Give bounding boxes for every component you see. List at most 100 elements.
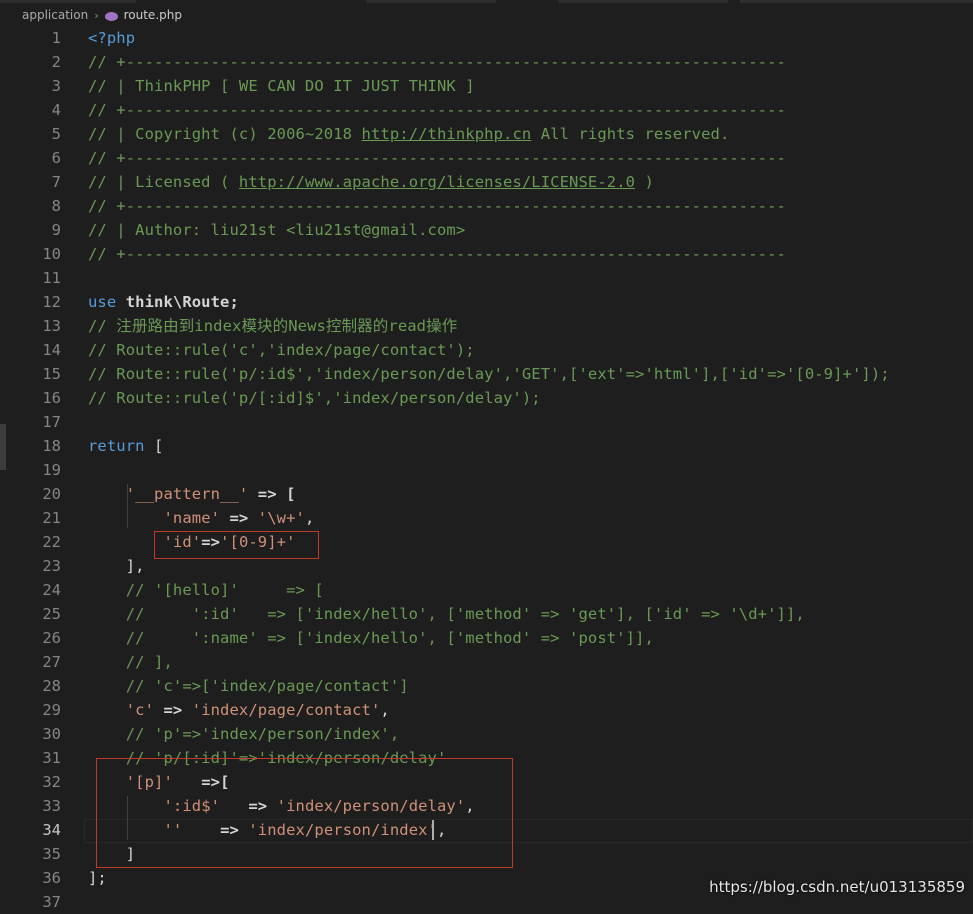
code-line[interactable]: 21 'name' => '\w+', — [0, 506, 973, 530]
line-number: 23 — [42, 557, 61, 575]
line-number: 3 — [51, 77, 61, 95]
code-line[interactable]: 5 // | Copyright (c) 2006~2018 http://thi… — [0, 122, 973, 146]
code-text: // Route::rule('p/:id$','index/person/de… — [88, 362, 890, 386]
code-line[interactable]: 6 // +-----------------------------------… — [0, 146, 973, 170]
line-number: 34 — [42, 821, 61, 839]
code-token: => — [220, 509, 258, 527]
code-text: 'c' => 'index/page/contact', — [88, 698, 390, 722]
line-number: 11 — [42, 269, 61, 287]
line-number: 13 — [42, 317, 61, 335]
breadcrumb-folder[interactable]: application — [22, 8, 88, 22]
code-line[interactable]: 3 // | ThinkPHP [ WE CAN DO IT JUST THINK… — [0, 74, 973, 98]
code-editor[interactable]: 1 <?php 2 // +-----------------------------… — [0, 26, 973, 911]
line-number: 19 — [42, 461, 61, 479]
code-line[interactable]: 26 // ':name' => ['index/hello', ['metho… — [0, 626, 973, 650]
code-token: // Route::rule('p/[:id]$','index/person/… — [88, 389, 541, 407]
tab-strip-segment — [366, 0, 496, 3]
line-number: 18 — [42, 437, 61, 455]
code-text: // 'p'=>'index/person/index', — [88, 722, 399, 746]
line-number: 16 — [42, 389, 61, 407]
code-line[interactable]: 15 // Route::rule('p/:id$','index/person/… — [0, 362, 973, 386]
code-line[interactable]: 22 'id'=>'[0-9]+' — [0, 530, 973, 554]
line-number: 31 — [42, 749, 61, 767]
code-text: '__pattern__' => [ — [88, 482, 296, 506]
code-line[interactable]: 28 // 'c'=>['index/page/contact'] — [0, 674, 973, 698]
code-line[interactable]: 25 // ':id' => ['index/hello', ['method'… — [0, 602, 973, 626]
code-line[interactable]: 1 <?php — [0, 26, 973, 50]
code-line[interactable]: 24 // '[hello]' => [ — [0, 578, 973, 602]
code-line[interactable]: 18 return [ — [0, 434, 973, 458]
watermark: https://blog.csdn.net/u013135859 — [709, 878, 965, 896]
code-token: 'name' — [163, 509, 221, 527]
code-token: , — [380, 701, 390, 719]
code-token: // Route::rule('p/:id$','index/person/de… — [88, 365, 890, 383]
code-text: // | Author: liu21st <liu21st@gmail.com> — [88, 218, 465, 242]
code-text: // | ThinkPHP [ WE CAN DO IT JUST THINK … — [88, 74, 475, 98]
tab-strip-segment — [740, 0, 973, 3]
code-line[interactable]: 12 use think\Route; — [0, 290, 973, 314]
line-number: 15 — [42, 365, 61, 383]
line-number: 17 — [42, 413, 61, 431]
code-line[interactable]: 2 // +-----------------------------------… — [0, 50, 973, 74]
indent-guide — [127, 484, 128, 528]
line-number: 35 — [42, 845, 61, 863]
code-token: // +------------------------------------… — [88, 197, 786, 215]
code-line[interactable]: 14 // Route::rule('c','index/page/contact… — [0, 338, 973, 362]
line-number: 25 — [42, 605, 61, 623]
code-line[interactable]: 30 // 'p'=>'index/person/index', — [0, 722, 973, 746]
code-token: // Route::rule('c','index/page/contact')… — [88, 341, 475, 359]
code-token: think\Route; — [116, 293, 239, 311]
tab-strip-segment — [558, 0, 728, 3]
code-token: // ':name' => ['index/hello', ['method' … — [88, 629, 654, 647]
code-line[interactable]: 16 // Route::rule('p/[:id]$','index/perso… — [0, 386, 973, 410]
code-token: // +------------------------------------… — [88, 149, 786, 167]
code-line[interactable]: 27 // ], — [0, 650, 973, 674]
code-line[interactable]: 19 — [0, 458, 973, 482]
code-token: // | Copyright (c) 2006~2018 — [88, 125, 362, 143]
code-token: // +------------------------------------… — [88, 53, 786, 71]
chevron-right-icon: › — [94, 8, 99, 22]
tab-strip-segment — [0, 0, 136, 3]
code-token: // | ThinkPHP [ WE CAN DO IT JUST THINK … — [88, 77, 475, 95]
line-number: 37 — [42, 893, 61, 911]
line-number: 12 — [42, 293, 61, 311]
code-token: '__pattern__' — [125, 485, 249, 503]
line-number: 8 — [51, 197, 61, 215]
code-token: // ], — [88, 653, 173, 671]
line-number: 7 — [51, 173, 61, 191]
code-token: http://thinkphp.cn — [361, 125, 532, 143]
code-line[interactable]: 8 // +-----------------------------------… — [0, 194, 973, 218]
code-text: // '[hello]' => [ — [88, 578, 324, 602]
code-text: return [ — [88, 434, 163, 458]
code-token: return — [88, 437, 145, 455]
code-line[interactable]: 23 ], — [0, 554, 973, 578]
code-token: use — [88, 293, 117, 311]
code-line[interactable]: 29 'c' => 'index/page/contact', — [0, 698, 973, 722]
code-line[interactable]: 20 '__pattern__' => [ — [0, 482, 973, 506]
code-line[interactable]: 4 // +-----------------------------------… — [0, 98, 973, 122]
code-token: 'c' — [125, 701, 155, 719]
annotation-box — [154, 531, 319, 559]
line-number: 28 — [42, 677, 61, 695]
annotation-box — [96, 758, 513, 868]
code-text: // +------------------------------------… — [88, 242, 786, 266]
code-token: 'index/page/contact' — [191, 701, 381, 719]
code-token: ]; — [88, 869, 107, 887]
code-text: <?php — [88, 26, 135, 50]
line-number: 14 — [42, 341, 61, 359]
code-line[interactable]: 7 // | Licensed ( http://www.apache.org/l… — [0, 170, 973, 194]
code-line[interactable]: 11 — [0, 266, 973, 290]
php-elephant-icon — [104, 11, 118, 21]
code-line[interactable]: 13 // 注册路由到index模块的News控制器的read操作 — [0, 314, 973, 338]
code-line[interactable]: 10 // +----------------------------------… — [0, 242, 973, 266]
code-line[interactable]: 17 — [0, 410, 973, 434]
line-number: 6 — [51, 149, 61, 167]
breadcrumb-file[interactable]: route.php — [124, 8, 182, 22]
line-number: 26 — [42, 629, 61, 647]
code-token: // ':id' => ['index/hello', ['method' =>… — [88, 605, 805, 623]
code-line[interactable]: 9 // | Author: liu21st <liu21st@gmail.com… — [0, 218, 973, 242]
code-token: http://www.apache.org/licenses/LICENSE-2… — [238, 173, 636, 191]
